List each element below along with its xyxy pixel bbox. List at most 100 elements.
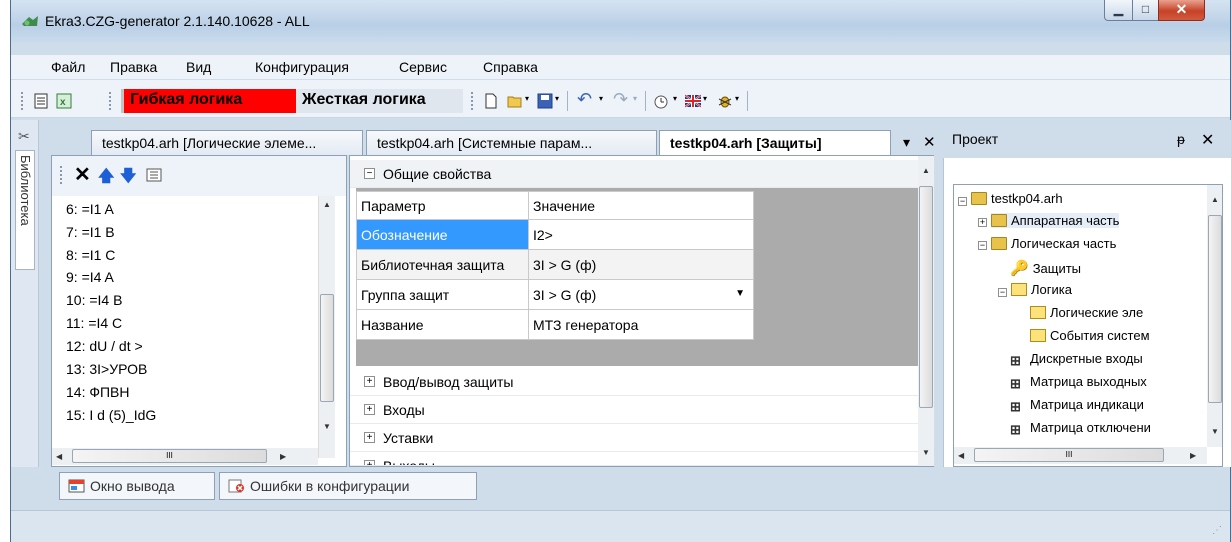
scroll-left-arrow-icon[interactable]: ◀: [56, 452, 62, 461]
scroll-right-arrow-icon[interactable]: ▶: [1190, 451, 1196, 460]
menu-help[interactable]: Справка: [483, 59, 538, 75]
save-dropdown-icon[interactable]: ▾: [555, 94, 559, 103]
expand-icon[interactable]: +: [364, 376, 375, 387]
tree-node-output-matrix[interactable]: ⊞ Матрица выходных: [1010, 374, 1147, 391]
tree-node-hardware[interactable]: Аппаратная часть: [991, 213, 1120, 228]
delete-icon[interactable]: ✕: [74, 162, 91, 187]
tree-node-discrete-inputs[interactable]: ⊞ Дискретные входы: [1010, 351, 1143, 368]
debug-dropdown-icon[interactable]: ▾: [735, 94, 739, 103]
scroll-up-arrow-icon[interactable]: ▲: [323, 200, 331, 209]
tree-node-logic-part[interactable]: Логическая часть: [991, 236, 1116, 251]
list-item[interactable]: 11: =I4 C: [66, 315, 122, 331]
minimize-button[interactable]: ▁: [1104, 0, 1133, 21]
timer-icon[interactable]: [653, 93, 669, 109]
list-item[interactable]: 10: =I4 B: [66, 292, 122, 308]
redo-dropdown-icon[interactable]: ▾: [633, 94, 637, 103]
protection-group-select[interactable]: 3I > G (ф) ▼: [528, 279, 754, 310]
redo-icon[interactable]: ↷: [613, 89, 628, 110]
tab-logic-elements[interactable]: testkp04.arh [Логические элеме...: [91, 130, 363, 155]
library-tab[interactable]: Библиотека: [15, 150, 35, 270]
value-name[interactable]: МТЗ генератора: [528, 309, 754, 340]
group-outputs[interactable]: + Выходы: [350, 452, 918, 466]
tree-node-indication-matrix[interactable]: ⊞ Матрица индикаци: [1010, 397, 1144, 414]
close-panel-icon[interactable]: ✕: [1201, 130, 1214, 150]
tree-collapse-icon[interactable]: −: [978, 241, 987, 250]
list-item[interactable]: 8: =I1 C: [66, 247, 115, 263]
list-item[interactable]: 9: =I4 A: [66, 269, 114, 285]
scroll-left-arrow-icon[interactable]: ◀: [958, 451, 964, 460]
list-horizontal-scrollbar[interactable]: ◀ III ▶: [52, 448, 318, 465]
hard-logic-button[interactable]: Жесткая логика: [296, 89, 463, 113]
move-up-icon[interactable]: 🡅: [98, 165, 114, 192]
pin-icon[interactable]: ᵽ: [1177, 131, 1185, 147]
debug-bug-icon[interactable]: [717, 93, 733, 109]
tree-expand-icon[interactable]: +: [978, 218, 987, 227]
tab-protections[interactable]: testkp04.arh [Защиты]: [659, 130, 891, 156]
param-name[interactable]: Название: [356, 309, 529, 340]
language-flag-icon[interactable]: [685, 93, 701, 109]
tree-collapse-icon[interactable]: −: [958, 197, 967, 206]
menu-view[interactable]: Вид: [186, 59, 211, 75]
scroll-up-arrow-icon[interactable]: ▲: [922, 166, 930, 175]
property-vertical-scrollbar[interactable]: ▲ ▼: [918, 156, 934, 466]
value-designation[interactable]: I2>: [528, 219, 754, 250]
open-dropdown-icon[interactable]: ▾: [525, 94, 529, 103]
resize-grip-icon[interactable]: ⋰: [1212, 525, 1222, 536]
tree-node-root[interactable]: testkp04.arh: [971, 191, 1063, 206]
tools-icon[interactable]: ✂: [18, 128, 30, 145]
language-dropdown-icon[interactable]: ▾: [703, 94, 707, 103]
list-item[interactable]: 12: dU / dt >: [66, 338, 143, 354]
excel-icon[interactable]: x: [56, 93, 72, 109]
move-down-icon[interactable]: 🡇: [120, 165, 136, 192]
tab-system-params[interactable]: testkp04.arh [Системные парам...: [366, 130, 657, 155]
timer-dropdown-icon[interactable]: ▾: [673, 94, 677, 103]
tab-config-errors[interactable]: Ошибки в конфигурации: [219, 472, 477, 500]
expand-icon[interactable]: +: [364, 432, 375, 443]
tree-horizontal-scrollbar[interactable]: ◀ III ▶: [954, 447, 1207, 464]
scroll-down-arrow-icon[interactable]: ▼: [922, 448, 930, 457]
tree-node-protections[interactable]: 🔑 Защиты: [1010, 259, 1081, 277]
toolbar-grip-2[interactable]: [109, 92, 112, 110]
scroll-down-arrow-icon[interactable]: ▼: [323, 422, 331, 431]
list-vscroll-thumb[interactable]: [320, 294, 334, 402]
document-icon[interactable]: [33, 93, 49, 109]
expand-icon[interactable]: +: [364, 404, 375, 415]
tree-vscroll-thumb[interactable]: [1208, 215, 1222, 403]
tab-output-window[interactable]: Окно вывода: [59, 472, 215, 500]
close-button[interactable]: ✕: [1158, 0, 1205, 21]
undo-dropdown-icon[interactable]: ▾: [599, 94, 603, 103]
toolbar-grip[interactable]: [21, 92, 24, 110]
toolbar-grip-3[interactable]: [471, 92, 474, 110]
menu-file[interactable]: Файл: [51, 59, 85, 75]
tree-hscroll-thumb[interactable]: III: [974, 448, 1164, 462]
tree-node-logic[interactable]: Логика: [1011, 282, 1072, 297]
flex-logic-button[interactable]: Гибкая логика: [121, 89, 296, 113]
tree-vertical-scrollbar[interactable]: ▲ ▼: [1207, 185, 1222, 447]
list-item[interactable]: 14: ФПВН: [66, 384, 130, 400]
properties-icon[interactable]: [146, 168, 162, 182]
tree-node-logic-elements[interactable]: Логические эле: [1030, 305, 1143, 320]
collapse-icon[interactable]: −: [364, 168, 375, 179]
list-item[interactable]: 6: =I1 A: [66, 201, 114, 217]
tab-close-icon[interactable]: ✕: [923, 133, 936, 151]
list-item[interactable]: 13: 3I>УРОВ: [66, 361, 147, 377]
list-vertical-scrollbar[interactable]: ▲ ▼: [318, 196, 335, 458]
open-folder-icon[interactable]: [507, 93, 523, 109]
scroll-up-arrow-icon[interactable]: ▲: [1211, 195, 1219, 204]
save-icon[interactable]: [537, 93, 553, 109]
group-inputs[interactable]: + Входы: [350, 396, 918, 424]
list-hscroll-thumb[interactable]: III: [72, 449, 267, 463]
tab-list-dropdown-icon[interactable]: ▾: [903, 134, 910, 151]
list-toolbar-grip[interactable]: [60, 166, 63, 184]
scroll-down-arrow-icon[interactable]: ▼: [1211, 427, 1219, 436]
menu-service[interactable]: Сервис: [399, 59, 447, 75]
list-item[interactable]: 7: =I1 B: [66, 224, 115, 240]
props-vscroll-thumb[interactable]: [919, 186, 933, 408]
group-general[interactable]: − Общие свойства: [350, 160, 918, 188]
group-io[interactable]: + Ввод/вывод защиты: [350, 368, 918, 396]
param-designation[interactable]: Обозначение: [356, 219, 529, 250]
tree-node-trip-matrix[interactable]: ⊞ Матрица отключени: [1010, 420, 1151, 437]
tree-collapse-icon[interactable]: −: [998, 288, 1007, 297]
dropdown-arrow-icon[interactable]: ▼: [735, 288, 745, 299]
param-library-protection[interactable]: Библиотечная защита: [356, 249, 529, 280]
